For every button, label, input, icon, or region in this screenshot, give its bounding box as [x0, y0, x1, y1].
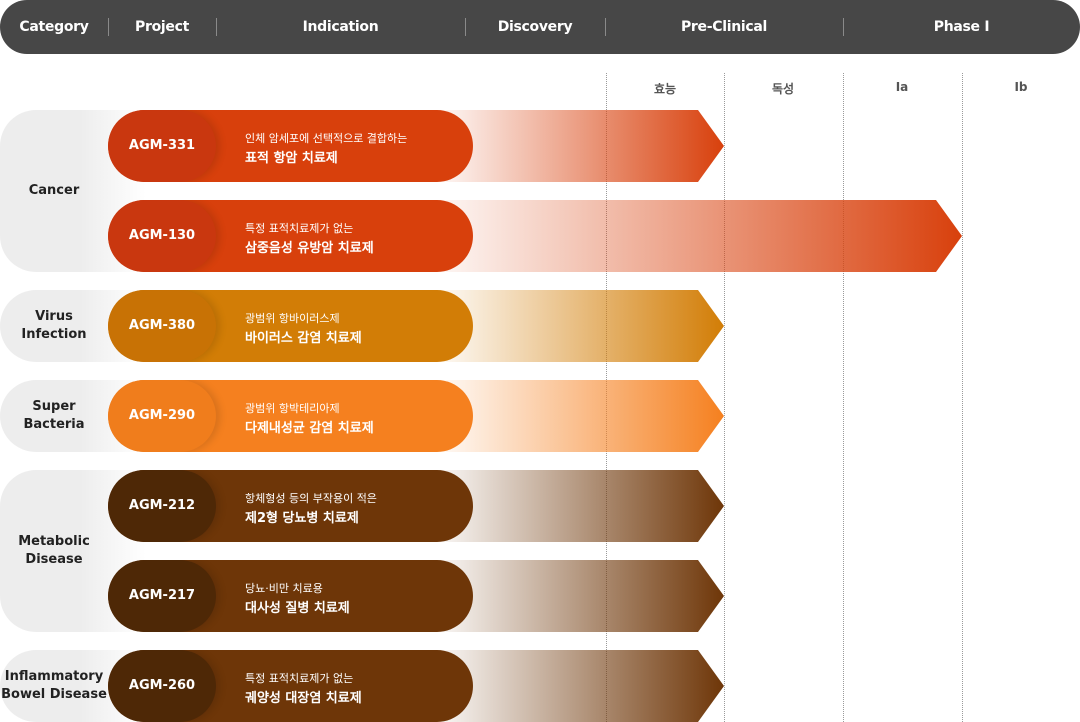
indication-description: 광범위 항박테리아제: [245, 402, 340, 415]
indication-pill: AGM-260 특정 표적치료제가 없는궤양성 대장염 치료제: [108, 650, 473, 722]
project-code: AGM-212: [108, 470, 216, 542]
project-code: AGM-331: [108, 110, 216, 182]
indication-pill: AGM-331 인체 암세포에 선택적으로 결합하는표적 항암 치료제: [108, 110, 473, 182]
subheader-ib: Ib: [1014, 80, 1028, 94]
indication-title: 표적 항암 치료제: [245, 151, 338, 166]
indication-pill: AGM-290 광범위 항박테리아제다제내성균 감염 치료제: [108, 380, 473, 452]
indication-description: 특정 표적치료제가 없는: [245, 222, 354, 235]
header-project: Project: [135, 19, 189, 35]
header-phase1: Phase Ⅰ: [933, 19, 990, 35]
indication-pill: AGM-217 당뇨·비만 치료용대사성 질병 치료제: [108, 560, 473, 632]
progress-mark: [437, 290, 724, 362]
header-category: Category: [19, 19, 89, 35]
indication-description: 특정 표적치료제가 없는: [245, 672, 354, 685]
indication-pill: AGM-212 항체형성 등의 부작용이 적은제2형 당뇨병 치료제: [108, 470, 473, 542]
project-code: AGM-380: [108, 290, 216, 362]
indication-description: 당뇨·비만 치료용: [245, 582, 323, 595]
subheader-efficacy: 효능: [653, 82, 677, 96]
subheader-ia: Ia: [895, 80, 909, 94]
project-code: AGM-290: [108, 380, 216, 452]
pipeline-bar-agm-212: AGM-212 항체형성 등의 부작용이 적은제2형 당뇨병 치료제: [0, 470, 1080, 542]
progress-mark: [437, 470, 724, 542]
pipeline-bar-agm-290: AGM-290 광범위 항박테리아제다제내성균 감염 치료제: [0, 380, 1080, 452]
progress-mark: [437, 200, 962, 272]
progress-mark: [437, 110, 724, 182]
indication-title: 대사성 질병 치료제: [245, 601, 350, 616]
pipeline-bar-agm-260: AGM-260 특정 표적치료제가 없는궤양성 대장염 치료제: [0, 650, 1080, 722]
project-code: AGM-217: [108, 560, 216, 632]
header-indication: Indication: [302, 19, 379, 35]
header-discovery: Discovery: [497, 19, 573, 35]
indication-description: 광범위 항바이러스제: [245, 312, 340, 325]
indication-description: 항체형성 등의 부작용이 적은: [245, 492, 377, 505]
pipeline-header: Category Project Indication Discovery Pr…: [0, 0, 1080, 54]
pipeline-bar-agm-331: AGM-331 인체 암세포에 선택적으로 결합하는표적 항암 치료제: [0, 110, 1080, 182]
pipeline-bar-agm-130: AGM-130 특정 표적치료제가 없는삼중음성 유방암 치료제: [0, 200, 1080, 272]
header-preclinical: Pre-Clinical: [680, 19, 768, 35]
progress-mark: [437, 560, 724, 632]
subheader-toxicity: 독성: [771, 82, 795, 96]
indication-pill: AGM-380 광범위 항바이러스제바이러스 감염 치료제: [108, 290, 473, 362]
progress-mark: [437, 380, 724, 452]
indication-title: 바이러스 감염 치료제: [245, 331, 362, 346]
project-code: AGM-130: [108, 200, 216, 272]
indication-title: 제2형 당뇨병 치료제: [245, 511, 359, 526]
indication-description: 인체 암세포에 선택적으로 결합하는: [245, 132, 408, 145]
indication-title: 다제내성균 감염 치료제: [245, 421, 374, 436]
indication-title: 궤양성 대장염 치료제: [245, 691, 362, 706]
indication-pill: AGM-130 특정 표적치료제가 없는삼중음성 유방암 치료제: [108, 200, 473, 272]
progress-mark: [437, 650, 724, 722]
project-code: AGM-260: [108, 650, 216, 722]
pipeline-bar-agm-217: AGM-217 당뇨·비만 치료용대사성 질병 치료제: [0, 560, 1080, 632]
pipeline-bar-agm-380: AGM-380 광범위 항바이러스제바이러스 감염 치료제: [0, 290, 1080, 362]
category-label: Cancer: [28, 183, 80, 198]
indication-title: 삼중음성 유방암 치료제: [245, 241, 374, 256]
